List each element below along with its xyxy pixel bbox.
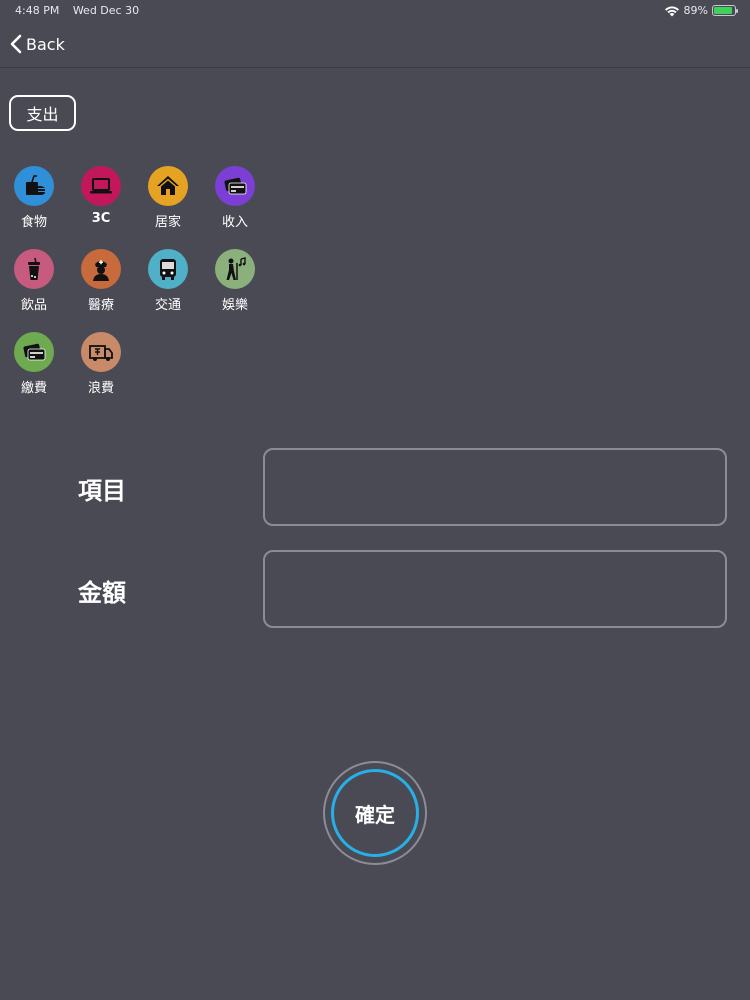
fast-food-icon [14,166,54,206]
category-item[interactable]: 醫療 [74,249,128,313]
confirm-label: 確定 [331,769,419,857]
category-label: 交通 [154,298,181,313]
house-icon [148,166,188,206]
delivery-truck-icon [81,332,121,372]
navigation-bar: Back [0,22,750,68]
category-label: 醫療 [87,298,114,313]
wallet-card-icon [215,166,255,206]
status-date: Wed Dec 30 [72,4,140,17]
category-label: 3C [91,211,111,226]
back-label: Back [26,34,65,54]
category-label: 娛樂 [221,298,248,313]
back-button[interactable]: Back [10,34,65,54]
battery-icon [712,5,738,16]
item-label: 項目 [78,477,126,505]
status-time: 4:48 PM [15,4,60,17]
category-item[interactable]: 收入 [208,166,262,230]
category-item[interactable]: 浪費 [74,332,128,396]
category-item[interactable]: 交通 [141,249,195,313]
category-label: 居家 [154,215,181,230]
item-input[interactable] [263,448,727,526]
category-item[interactable]: 飲品 [7,249,61,313]
category-label: 收入 [221,215,248,230]
status-bar: 4:48 PM Wed Dec 30 89% [0,0,750,22]
nurse-icon [81,249,121,289]
battery-percent: 89% [683,4,708,17]
status-left: 4:48 PM Wed Dec 30 [15,4,149,17]
category-item[interactable]: 繳費 [7,332,61,396]
status-right: 89% [664,4,738,17]
category-item[interactable]: 3C [74,166,128,226]
amount-label: 金額 [78,579,126,607]
category-item[interactable]: 娛樂 [208,249,262,313]
wallet-card-icon [14,332,54,372]
amount-input[interactable] [263,550,727,628]
wifi-icon [664,6,679,16]
hiker-music-icon [215,249,255,289]
laptop-icon [81,166,121,206]
confirm-button[interactable]: 確定 [323,761,427,865]
drink-cup-icon [14,249,54,289]
category-label: 繳費 [20,381,47,396]
category-item[interactable]: 食物 [7,166,61,230]
category-label: 食物 [20,215,47,230]
transaction-type-button[interactable]: 支出 [9,95,76,131]
battery-fill [714,7,732,14]
category-label: 飲品 [20,298,47,313]
category-label: 浪費 [87,381,114,396]
category-item[interactable]: 居家 [141,166,195,230]
chevron-left-icon [10,34,22,54]
battery-cap [736,9,738,13]
bus-icon [148,249,188,289]
